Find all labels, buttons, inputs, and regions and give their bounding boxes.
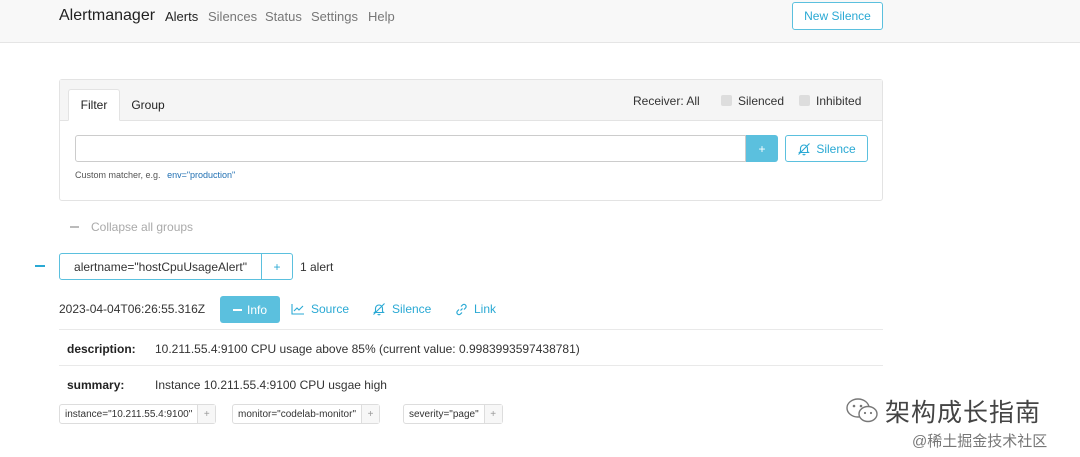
label-chip-add-button[interactable]: +: [361, 405, 379, 423]
inhibited-checkbox[interactable]: [799, 95, 810, 106]
inhibited-label[interactable]: Inhibited: [816, 94, 861, 108]
alert-silence-label: Silence: [392, 302, 432, 316]
bell-slash-icon: [798, 142, 811, 155]
nav-silences[interactable]: Silences: [208, 9, 257, 24]
tab-group[interactable]: Group: [122, 89, 174, 121]
label-chip-text[interactable]: monitor="codelab-monitor": [233, 405, 361, 423]
info-label: Info: [246, 302, 267, 317]
watermark-secondary: @稀土掘金技术社区: [912, 433, 1048, 450]
matcher-hint: Custom matcher, e.g. env="production": [75, 170, 235, 180]
alert-count: 1 alert: [300, 260, 334, 274]
brand-logo[interactable]: Alertmanager: [59, 7, 155, 25]
alert-silence-link[interactable]: Silence: [372, 302, 431, 316]
silenced-label[interactable]: Silenced: [738, 94, 784, 108]
nav-settings[interactable]: Settings: [311, 9, 358, 24]
minus-icon: [232, 308, 242, 311]
bell-slash-icon: [373, 303, 385, 316]
group-collapse-toggle[interactable]: [35, 265, 45, 267]
info-button[interactable]: Info: [220, 296, 280, 323]
filter-card-header: Filter Group Receiver: All Silenced Inhi…: [60, 80, 882, 121]
silenced-checkbox[interactable]: [721, 95, 732, 106]
label-chip: instance="10.211.55.4:9100" +: [59, 404, 217, 424]
nav-help[interactable]: Help: [368, 9, 395, 24]
label-chip-add-button[interactable]: +: [483, 405, 502, 423]
watermark-primary: 架构成长指南: [845, 393, 1041, 429]
minus-icon: [70, 226, 79, 228]
receiver-selector[interactable]: Receiver: All: [633, 94, 700, 108]
label-chip-text[interactable]: instance="10.211.55.4:9100": [60, 405, 197, 423]
new-silence-button[interactable]: New Silence: [792, 2, 883, 30]
collapse-all-groups[interactable]: Collapse all groups: [70, 220, 193, 234]
label-chip: monitor="codelab-monitor" +: [232, 404, 380, 424]
matcher-hint-text: Custom matcher, e.g.: [75, 170, 161, 180]
label-chip: severity="page" +: [403, 404, 503, 424]
source-label: Source: [311, 302, 350, 316]
annotation-value: 10.211.55.4:9100 CPU usage above 85% (cu…: [155, 342, 580, 356]
filter-silence-button[interactable]: Silence: [785, 135, 868, 162]
add-filter-button[interactable]: +: [746, 135, 778, 162]
annotation-key: summary:: [67, 378, 125, 392]
alert-link-label: Link: [474, 302, 497, 316]
tab-filter[interactable]: Filter: [68, 89, 120, 121]
filter-input[interactable]: [75, 135, 746, 162]
nav-alerts[interactable]: Alerts: [165, 9, 198, 24]
link-icon: [456, 303, 467, 315]
annotation-row: summary: Instance 10.211.55.4:9100 CPU u…: [59, 365, 883, 401]
annotation-value: Instance 10.211.55.4:9100 CPU usgae high: [155, 378, 387, 392]
navbar: Alertmanager Alerts Silences Status Sett…: [0, 0, 1080, 43]
source-link[interactable]: Source: [291, 302, 349, 316]
filter-card: Filter Group Receiver: All Silenced Inhi…: [59, 79, 883, 201]
group-add-filter-button[interactable]: +: [261, 253, 293, 280]
group-label-chip[interactable]: alertname="hostCpuUsageAlert": [59, 253, 262, 280]
collapse-all-label: Collapse all groups: [91, 220, 194, 234]
label-chip-add-button[interactable]: +: [197, 405, 216, 423]
nav-status[interactable]: Status: [265, 9, 302, 24]
annotation-key: description:: [67, 342, 136, 356]
line-chart-icon: [291, 304, 304, 315]
wechat-icon: [846, 398, 878, 423]
watermark-primary-text: 架构成长指南: [885, 399, 1042, 427]
filter-silence-label: Silence: [816, 141, 856, 156]
alert-link[interactable]: Link: [455, 302, 496, 316]
alert-timestamp: 2023-04-04T06:26:55.316Z: [59, 302, 206, 316]
matcher-hint-example: env="production": [167, 170, 236, 180]
label-chip-text[interactable]: severity="page": [404, 405, 484, 423]
annotation-row: description: 10.211.55.4:9100 CPU usage …: [59, 329, 883, 365]
